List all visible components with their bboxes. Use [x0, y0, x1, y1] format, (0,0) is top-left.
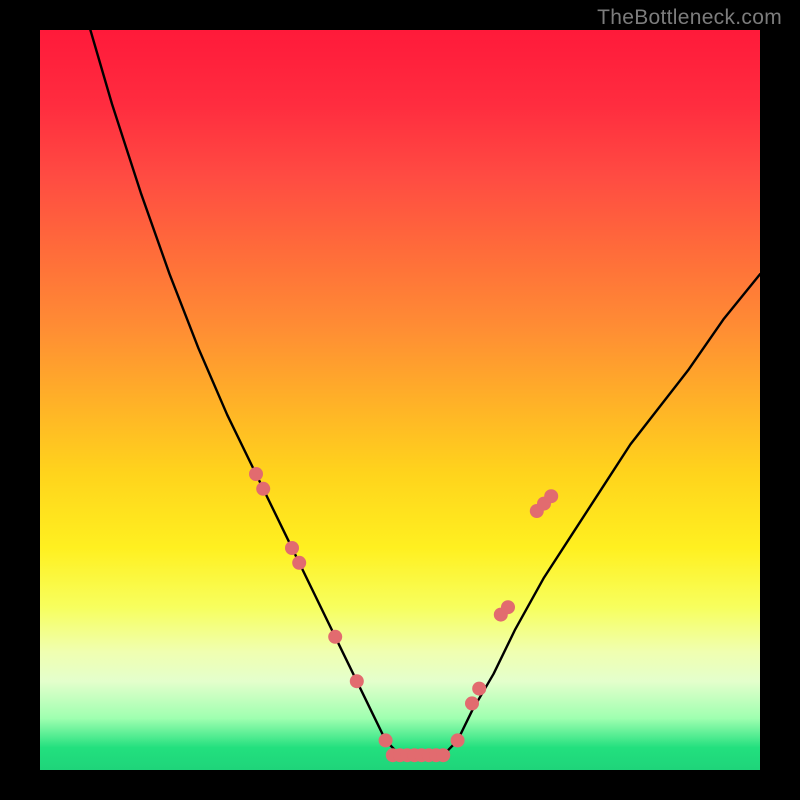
curve-marker: [350, 674, 364, 688]
curve-line: [90, 30, 760, 755]
curve-marker: [451, 733, 465, 747]
curve-markers: [249, 467, 558, 762]
curve-marker: [379, 733, 393, 747]
curve-marker: [328, 630, 342, 644]
curve-marker: [256, 482, 270, 496]
chart-frame: TheBottleneck.com: [0, 0, 800, 800]
curve-path-group: [90, 30, 760, 755]
curve-marker: [472, 682, 486, 696]
curve-marker: [249, 467, 263, 481]
curve-marker: [436, 748, 450, 762]
bottleneck-curve: [40, 30, 760, 770]
watermark-text: TheBottleneck.com: [597, 6, 782, 30]
curve-marker: [544, 489, 558, 503]
curve-marker: [465, 696, 479, 710]
curve-marker: [501, 600, 515, 614]
curve-marker: [285, 541, 299, 555]
curve-marker: [292, 556, 306, 570]
